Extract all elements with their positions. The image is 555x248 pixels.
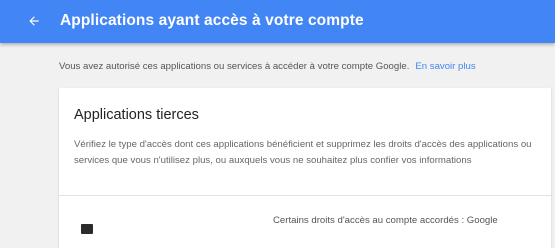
third-party-apps-card: Applications tierces Vérifiez le type d'… bbox=[59, 88, 551, 248]
page-title: Applications ayant accès à votre compte bbox=[60, 12, 364, 29]
divider bbox=[59, 195, 551, 196]
learn-more-link[interactable]: En savoir plus bbox=[415, 61, 475, 72]
arrow-back-icon bbox=[29, 16, 39, 26]
card-description: Vérifiez le type d'accès dont ces applic… bbox=[74, 139, 532, 166]
intro-message: Vous avez autorisé ces applications ou s… bbox=[59, 61, 410, 72]
intro-text: Vous avez autorisé ces applications ou s… bbox=[59, 61, 476, 72]
back-button[interactable] bbox=[22, 9, 46, 33]
app-access-detail: Certains droits d'accès au compte accord… bbox=[273, 215, 498, 226]
app-icon bbox=[81, 224, 93, 234]
app-bar: Applications ayant accès à votre compte bbox=[0, 0, 555, 43]
card-title: Applications tierces bbox=[74, 107, 199, 123]
